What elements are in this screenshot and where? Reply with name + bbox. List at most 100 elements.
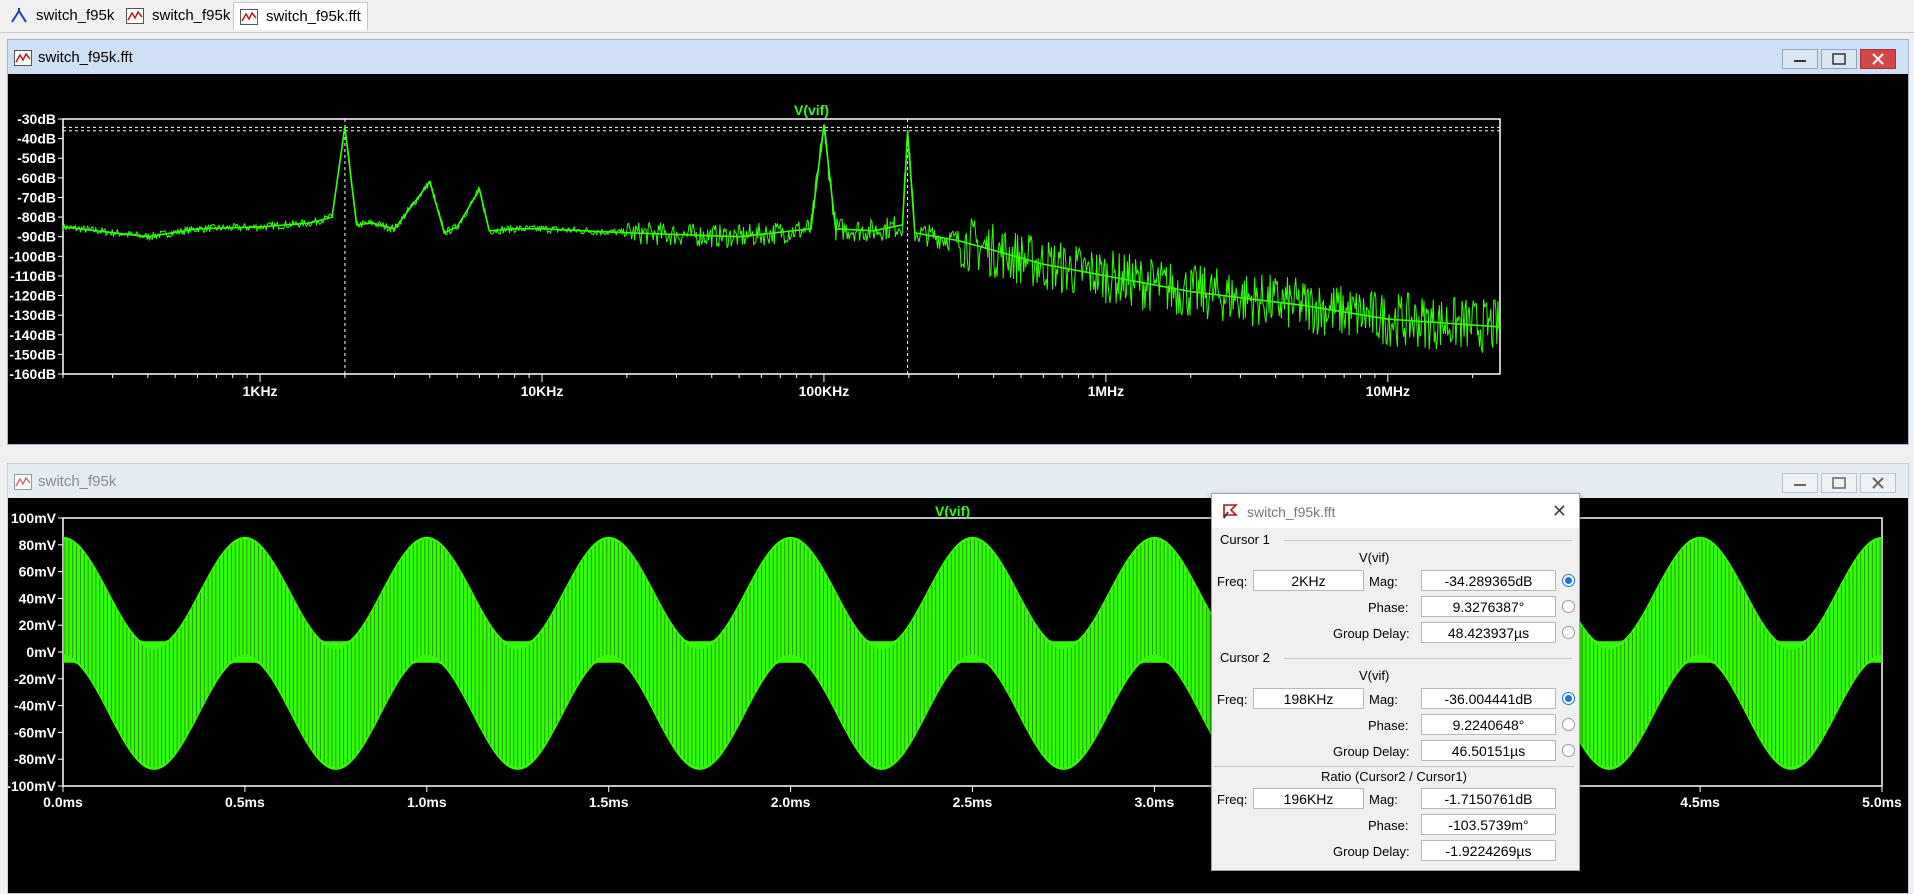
tab-waveform[interactable]: switch_f95k xyxy=(120,2,236,29)
fft-point xyxy=(1189,290,1192,293)
restore-button[interactable] xyxy=(1821,473,1857,493)
waveform-icon xyxy=(14,474,32,490)
fft-plot-area[interactable]: V(vif) -30dB -40dB -50dB -60dB -70dB -80dB -90d… xyxy=(8,74,1908,444)
ratio-mag-field[interactable]: -1.7150761dB xyxy=(1421,788,1556,809)
x-tick-label: 2.0ms xyxy=(771,794,811,810)
ratio-freq-field[interactable]: 196KHz xyxy=(1253,788,1364,809)
cursor1-phase-field[interactable]: 9.3276387° xyxy=(1421,596,1556,617)
y-tick-label: -50dB xyxy=(17,150,56,166)
waveform-icon xyxy=(240,8,258,25)
x-tick-label: 1.5ms xyxy=(589,794,629,810)
freq-label: Freq: xyxy=(1217,692,1248,707)
cursor2-group-delay-field[interactable]: 46.50151µs xyxy=(1421,740,1556,761)
fft-point xyxy=(443,231,446,234)
restore-button[interactable] xyxy=(1821,49,1857,69)
x-tick-label: 2.5ms xyxy=(953,794,993,810)
x-tick-label: 100KHz xyxy=(799,383,850,399)
cursor1-group-delay-radio[interactable] xyxy=(1562,626,1575,639)
group-delay-label: Group Delay: xyxy=(1333,844,1410,859)
fft-noise-trace xyxy=(62,124,1501,353)
time-plot-window[interactable]: switch_f95k V(vif) 100mV 80mV 60mV 40mV 20mV 0… xyxy=(7,463,1909,894)
x-tick-label: 4.5ms xyxy=(1680,794,1720,810)
probe-icon xyxy=(1223,504,1238,519)
cursor-readout-dialog[interactable]: switch_f95k.fft ✕ Cursor 1 V(vif) Freq: … xyxy=(1211,493,1580,871)
fft-point xyxy=(810,228,812,230)
y-tick-label: -80mV xyxy=(14,751,57,767)
minimize-button[interactable] xyxy=(1782,49,1818,69)
y-tick-label: -40mV xyxy=(14,698,57,714)
waveform-icon xyxy=(14,50,32,66)
fft-point xyxy=(62,226,64,228)
close-button[interactable] xyxy=(1860,49,1896,69)
phase-label: Phase: xyxy=(1368,818,1409,833)
y-tick-label: -100mV xyxy=(8,778,57,794)
ratio-phase-field[interactable]: -103.5739m° xyxy=(1421,814,1556,835)
tab-label: switch_f95k xyxy=(152,7,231,24)
waveform-icon xyxy=(126,7,144,24)
fft-trace xyxy=(62,124,1501,328)
x-tick-label: 1.0ms xyxy=(407,794,447,810)
cursor1-mag-field[interactable]: -34.289365dB xyxy=(1421,570,1556,591)
close-icon xyxy=(1872,477,1884,489)
y-tick-label: -60mV xyxy=(14,724,57,740)
freq-label: Freq: xyxy=(1217,574,1248,589)
cursor2-group-delay-radio[interactable] xyxy=(1562,744,1575,757)
fft-point xyxy=(429,180,431,183)
fft-point xyxy=(196,228,199,230)
fft-point xyxy=(738,235,740,238)
y-tick-label: -20mV xyxy=(14,671,57,687)
phase-label: Phase: xyxy=(1368,600,1409,615)
cursor2-mag-radio[interactable] xyxy=(1562,692,1575,705)
ratio-group-delay-field[interactable]: -1.9224269µs xyxy=(1421,840,1556,861)
window-title: switch_f95k xyxy=(38,473,117,490)
fft-point xyxy=(355,224,358,226)
cursor1-phase-radio[interactable] xyxy=(1562,600,1575,613)
y-tick-label: -110dB xyxy=(10,268,56,284)
fft-point xyxy=(456,226,458,228)
close-icon[interactable]: ✕ xyxy=(1552,501,1567,522)
cursor1-mag-radio[interactable] xyxy=(1562,574,1575,587)
freq-label: Freq: xyxy=(1217,792,1248,807)
fft-point xyxy=(913,231,916,234)
restore-icon xyxy=(1832,477,1846,489)
fft-chart[interactable]: V(vif) -30dB -40dB -50dB -60dB -70dB -80dB -90d… xyxy=(8,74,1908,444)
time-plot-area[interactable]: V(vif) 100mV 80mV 60mV 40mV 20mV 0mV -20mV -40mV… xyxy=(8,498,1908,893)
y-tick-label: -80dB xyxy=(17,209,56,225)
y-tick-label: -40dB xyxy=(17,131,56,147)
dialog-titlebar[interactable]: switch_f95k.fft ✕ xyxy=(1212,494,1579,528)
y-tick-label: -130dB xyxy=(9,307,56,323)
fft-point xyxy=(1042,263,1045,265)
cursor2-heading: Cursor 2 xyxy=(1220,650,1270,665)
fft-point xyxy=(488,230,491,232)
cursor2-mag-field[interactable]: -36.004441dB xyxy=(1421,688,1556,709)
y-tick-label: -90dB xyxy=(17,229,56,245)
window-titlebar[interactable]: switch_f95k xyxy=(8,464,1908,498)
cursor1-group-delay-field[interactable]: 48.423937µs xyxy=(1421,622,1556,643)
cursor2-freq-field[interactable]: 198KHz xyxy=(1253,688,1364,709)
cursor2-phase-field[interactable]: 9.2240648° xyxy=(1421,714,1556,735)
document-tab-bar: switch_f95k switch_f95k switch_f95k.fft xyxy=(0,0,1914,33)
divider xyxy=(1284,658,1572,659)
window-titlebar[interactable]: switch_f95k.fft xyxy=(8,40,1908,74)
fft-point xyxy=(906,129,909,132)
tab-schematic[interactable]: switch_f95k xyxy=(4,2,120,29)
close-button[interactable] xyxy=(1860,473,1896,493)
cursor1-freq-field[interactable]: 2KHz xyxy=(1253,570,1364,591)
y-tick-label: -70dB xyxy=(17,189,56,205)
tab-fft[interactable]: switch_f95k.fft xyxy=(233,2,368,30)
fft-point xyxy=(1302,304,1304,307)
y-tick-label: 20mV xyxy=(19,617,57,633)
x-tick-label: 1MHz xyxy=(1088,383,1125,399)
fft-point xyxy=(371,222,374,224)
minimize-button[interactable] xyxy=(1782,473,1818,493)
fft-point xyxy=(957,239,960,242)
fft-point xyxy=(1105,275,1107,277)
time-chart[interactable]: V(vif) 100mV 80mV 60mV 40mV 20mV 0mV -20mV -40mV… xyxy=(8,498,1908,893)
x-tick-label: 10MHz xyxy=(1366,383,1410,399)
cursor2-phase-radio[interactable] xyxy=(1562,718,1575,731)
fft-point xyxy=(1499,326,1501,328)
group-delay-label: Group Delay: xyxy=(1333,626,1410,641)
fft-plot-window[interactable]: switch_f95k.fft V(vif) -30dB -40dB -50dB -60… xyxy=(7,39,1909,445)
fft-point xyxy=(901,224,904,226)
y-tick-label: -160dB xyxy=(9,366,56,382)
